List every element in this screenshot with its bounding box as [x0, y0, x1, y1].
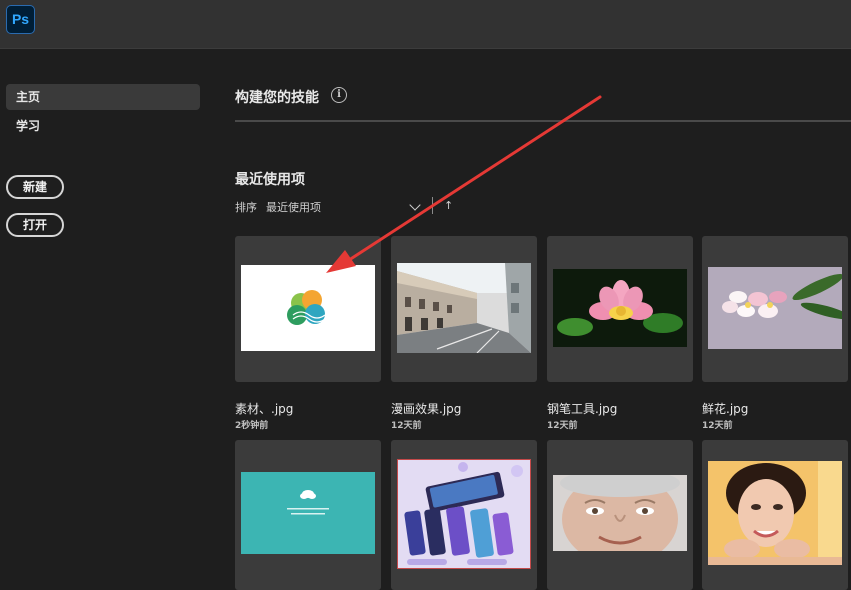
file-name[interactable]: 素材、.jpg — [235, 400, 293, 417]
sort-separator — [432, 197, 433, 214]
recent-file-card[interactable] — [547, 236, 693, 382]
sort-dropdown[interactable]: 最近使用项 — [266, 199, 321, 215]
file-time: 2秒钟前 — [235, 421, 269, 431]
file-thumbnail — [553, 475, 687, 551]
file-thumbnail — [397, 263, 531, 353]
sort-direction-arrow-icon[interactable]: ↑ — [444, 199, 453, 212]
recent-file-card[interactable] — [547, 440, 693, 590]
phones-photo-icon — [397, 459, 531, 569]
elder-face-photo-icon — [553, 475, 687, 551]
build-skills-title: 构建您的技能 — [235, 90, 319, 106]
file-time: 12天前 — [547, 421, 578, 431]
recent-file-card[interactable] — [391, 236, 537, 382]
file-thumbnail — [553, 269, 687, 347]
file-time: 12天前 — [702, 421, 733, 431]
logo-circles-icon — [287, 290, 326, 325]
lotus-photo-icon — [553, 269, 687, 347]
file-time: 12天前 — [391, 421, 422, 431]
open-button[interactable]: 打开 — [6, 213, 64, 237]
teal-cloud-icon — [241, 472, 375, 554]
file-thumbnail — [708, 267, 842, 349]
file-name[interactable]: 钢笔工具.jpg — [547, 400, 617, 417]
plumeria-photo-icon — [708, 267, 842, 349]
recent-file-card[interactable] — [235, 440, 381, 590]
recent-title: 最近使用项 — [235, 172, 305, 188]
file-name[interactable]: 鲜花.jpg — [702, 400, 748, 417]
section-divider — [235, 120, 851, 122]
file-thumbnail — [241, 265, 375, 351]
top-bar: Ps — [0, 0, 851, 49]
recent-file-card[interactable] — [702, 440, 848, 590]
recent-file-card[interactable] — [702, 236, 848, 382]
street-photo-icon — [397, 263, 531, 353]
recent-file-card[interactable] — [391, 440, 537, 590]
file-thumbnail — [708, 461, 842, 565]
recent-file-card[interactable] — [235, 236, 381, 382]
info-icon[interactable]: i — [331, 87, 347, 103]
woman-portrait-photo-icon — [708, 461, 842, 565]
photoshop-logo-icon[interactable]: Ps — [6, 5, 35, 34]
sidebar: 主页 学习 新建 打开 — [0, 49, 215, 590]
sidebar-item-home[interactable]: 主页 — [6, 84, 200, 110]
sidebar-item-learn[interactable]: 学习 — [6, 113, 200, 139]
chevron-down-icon[interactable] — [409, 199, 421, 211]
new-button[interactable]: 新建 — [6, 175, 64, 199]
file-thumbnail — [397, 459, 531, 569]
file-name[interactable]: 漫画效果.jpg — [391, 400, 461, 417]
sort-label: 排序 — [235, 201, 257, 214]
file-thumbnail — [241, 472, 375, 554]
